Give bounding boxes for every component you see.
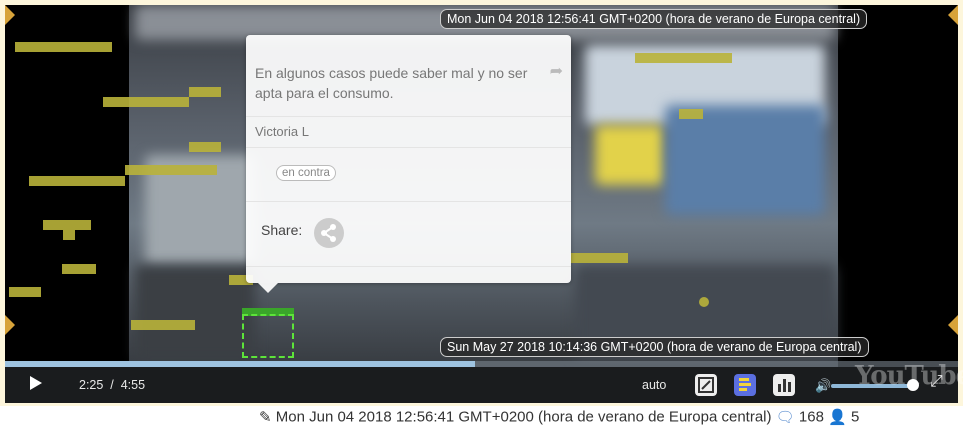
annotation-marker[interactable] — [131, 320, 195, 330]
annotation-marker[interactable] — [570, 253, 628, 263]
timestamp-top: Mon Jun 04 2018 12:56:41 GMT+0200 (hora … — [440, 9, 868, 29]
timestamp-bottom: Sun May 27 2018 10:14:36 GMT+0200 (hora … — [440, 337, 869, 357]
annotation-popup: En algunos casos puede saber mal y no se… — [246, 35, 571, 293]
timeline-icon[interactable] — [734, 374, 756, 396]
volume-icon[interactable]: 🔊 — [815, 378, 831, 394]
share-icon[interactable] — [314, 218, 344, 248]
annotation-marker[interactable] — [43, 220, 91, 230]
annotation-dot[interactable] — [699, 297, 709, 307]
divider — [246, 266, 571, 267]
annotation-text: En algunos casos puede saber mal y no se… — [255, 65, 528, 101]
divider — [246, 201, 571, 202]
annotation-marker[interactable] — [189, 87, 221, 97]
annotation-marker[interactable] — [125, 165, 217, 175]
stance-tag[interactable]: en contra — [276, 165, 336, 181]
duration: 4:55 — [120, 378, 146, 392]
selected-annotation-region[interactable] — [242, 314, 294, 358]
annotation-author[interactable]: Victoria L — [255, 124, 309, 139]
annotation-marker[interactable] — [62, 264, 96, 274]
edit-pencil-icon: ✎ — [259, 409, 272, 427]
annotation-marker[interactable] — [9, 287, 41, 297]
youtube-watermark: YouTube — [855, 361, 963, 391]
divider — [246, 116, 571, 117]
right-corner-icon — [948, 5, 958, 25]
annotation-marker[interactable] — [189, 142, 221, 152]
fullscreen-icon[interactable]: ⤢ — [930, 373, 943, 391]
users-icon: 👤 — [828, 409, 847, 427]
right-corner-icon — [948, 315, 958, 335]
time-separator: / — [110, 378, 114, 392]
left-corner-icon — [5, 315, 15, 335]
annotation-marker[interactable] — [679, 109, 703, 119]
share-label: Share: — [261, 222, 303, 238]
footer-date: Mon Jun 04 2018 12:56:41 GMT+0200 (hora … — [275, 408, 772, 426]
video-frame-blob — [595, 125, 665, 185]
footer-info: ✎ Mon Jun 04 2018 12:56:41 GMT+0200 (hor… — [259, 408, 860, 427]
annotation-marker[interactable] — [635, 53, 732, 63]
video-frame-blob — [665, 105, 825, 215]
left-corner-icon — [5, 5, 15, 25]
comment-count: 168 — [798, 408, 824, 426]
annotation-marker[interactable] — [29, 176, 125, 186]
stats-icon[interactable] — [773, 374, 795, 396]
time-display: 2:25 / 4:55 — [79, 378, 145, 392]
player-controls: 2:25 / 4:55 auto 🔊 YouTube ⤢ — [5, 361, 963, 403]
user-count: 5 — [850, 408, 860, 426]
play-icon[interactable] — [30, 376, 42, 390]
annotation-marker[interactable] — [63, 230, 75, 240]
annotation-marker[interactable] — [103, 97, 189, 107]
annotation-marker[interactable] — [15, 42, 112, 52]
current-time: 2:25 — [79, 378, 104, 392]
reply-icon[interactable]: ➦ — [550, 61, 563, 81]
divider — [246, 147, 571, 148]
quality-selector[interactable]: auto — [642, 378, 666, 392]
comments-icon: 🗨 — [775, 409, 795, 427]
edit-icon[interactable] — [695, 374, 717, 396]
